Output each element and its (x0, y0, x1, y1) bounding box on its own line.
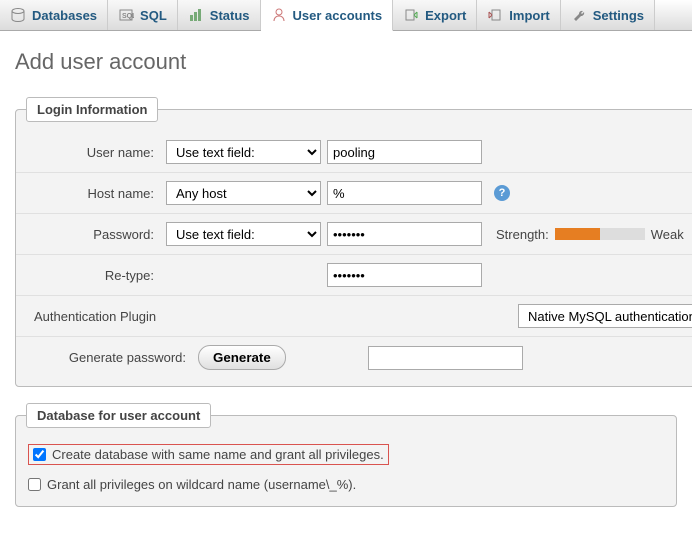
tab-status[interactable]: Status (178, 0, 261, 30)
retype-label: Re-type: (28, 268, 166, 283)
database-fieldset: Database for user account Create databas… (15, 403, 677, 507)
strength-fill (555, 228, 600, 240)
row-wildcard: Grant all privileges on wildcard name (u… (16, 471, 676, 498)
strength-label: Strength: (496, 227, 549, 242)
row-username: User name: Use text field: (16, 132, 692, 173)
tab-label: User accounts (293, 8, 383, 23)
tab-user-accounts[interactable]: User accounts (261, 0, 394, 31)
row-auth-plugin: Authentication Plugin Native MySQL authe… (16, 296, 692, 337)
login-legend: Login Information (26, 97, 158, 122)
users-icon (271, 7, 287, 23)
hostname-label: Host name: (28, 186, 166, 201)
tab-label: Import (509, 8, 549, 23)
row-password: Password: Use text field: Strength: Weak (16, 214, 692, 255)
tab-sql[interactable]: SQL SQL (108, 0, 178, 30)
page-title: Add user account (15, 49, 677, 75)
row-retype: Re-type: (16, 255, 692, 296)
database-icon (10, 7, 26, 23)
login-info-fieldset: Login Information User name: Use text fi… (15, 97, 692, 387)
password-label: Password: (28, 227, 166, 242)
top-tabs: Databases SQL SQL Status User accounts E… (0, 0, 692, 31)
tab-import[interactable]: Import (477, 0, 560, 30)
auth-label: Authentication Plugin (28, 309, 348, 324)
tab-settings[interactable]: Settings (561, 0, 655, 30)
username-label: User name: (28, 145, 166, 160)
tab-export[interactable]: Export (393, 0, 477, 30)
wrench-icon (571, 7, 587, 23)
username-input[interactable] (327, 140, 482, 164)
strength-bar (555, 228, 645, 240)
generate-label: Generate password: (28, 350, 198, 365)
auth-plugin-select[interactable]: Native MySQL authentication (518, 304, 692, 328)
retype-input[interactable] (327, 263, 482, 287)
wildcard-label: Grant all privileges on wildcard name (u… (47, 477, 356, 492)
export-icon (403, 7, 419, 23)
page-content: Add user account Login Information User … (0, 31, 692, 533)
highlighted-option: Create database with same name and grant… (28, 444, 389, 465)
tab-label: Export (425, 8, 466, 23)
tab-databases[interactable]: Databases (0, 0, 108, 30)
password-input[interactable] (327, 222, 482, 246)
password-mode-select[interactable]: Use text field: (166, 222, 321, 246)
strength-indicator: Strength: Weak (496, 227, 684, 242)
strength-text: Weak (651, 227, 684, 242)
generate-button[interactable]: Generate (198, 345, 286, 370)
import-icon (487, 7, 503, 23)
status-icon (188, 7, 204, 23)
wildcard-checkbox[interactable] (28, 478, 41, 491)
create-db-checkbox[interactable] (33, 448, 46, 461)
help-icon[interactable]: ? (494, 185, 510, 201)
tab-label: Settings (593, 8, 644, 23)
tab-label: Status (210, 8, 250, 23)
sql-icon: SQL (118, 7, 134, 23)
database-legend: Database for user account (26, 403, 211, 428)
hostname-mode-select[interactable]: Any host (166, 181, 321, 205)
row-generate: Generate password: Generate (16, 337, 692, 378)
create-db-label: Create database with same name and grant… (52, 447, 384, 462)
generated-password-input[interactable] (368, 346, 523, 370)
row-create-db: Create database with same name and grant… (16, 438, 676, 471)
tab-label: SQL (140, 8, 167, 23)
hostname-input[interactable] (327, 181, 482, 205)
tab-label: Databases (32, 8, 97, 23)
username-mode-select[interactable]: Use text field: (166, 140, 321, 164)
row-hostname: Host name: Any host ? (16, 173, 692, 214)
svg-text:SQL: SQL (122, 13, 134, 20)
